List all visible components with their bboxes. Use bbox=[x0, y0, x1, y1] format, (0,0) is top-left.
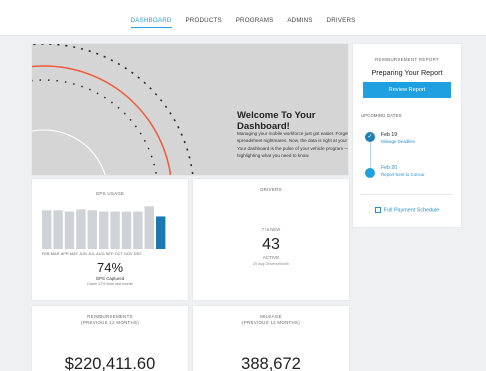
schedule-link-label: Full Payment Schedule bbox=[383, 207, 440, 214]
gps-month-label: OCT bbox=[114, 252, 124, 256]
mileage-card: MILEAGE (PREVIOUS 12 MONTHS) 388,672 bbox=[193, 306, 349, 371]
drivers-new: 7 IS NEW bbox=[261, 227, 281, 232]
gps-month-label: MAY bbox=[69, 252, 79, 256]
drivers-count: 43 bbox=[262, 236, 280, 253]
gps-bar bbox=[64, 211, 75, 249]
divider bbox=[361, 194, 453, 195]
gps-bar bbox=[133, 211, 143, 249]
nav-products[interactable]: PRODUCTS bbox=[185, 17, 221, 27]
drivers-note: 25 Avg Drivers/Month bbox=[252, 262, 290, 266]
arc-orange bbox=[32, 65, 172, 175]
full-payment-schedule-link[interactable]: Full Payment Schedule bbox=[353, 207, 461, 214]
mileage-value: 388,672 bbox=[241, 355, 301, 371]
arc-white bbox=[32, 95, 141, 175]
gps-note: Down 17% from last month bbox=[87, 282, 133, 286]
reimbursements-value: $220,411.60 bbox=[64, 355, 156, 371]
gps-month-label: JUL bbox=[87, 252, 96, 256]
gps-bar bbox=[144, 206, 154, 249]
main-nav: DASHBOARD PRODUCTS PROGRAMS ADMINS DRIVE… bbox=[0, 17, 486, 28]
event-label: Mileage Deadline bbox=[381, 139, 415, 144]
drivers-title: DRIVERS bbox=[260, 187, 282, 192]
event-date: Feb 19 bbox=[381, 132, 398, 138]
gps-month-label: FEB bbox=[42, 252, 50, 256]
event-date: Feb 20 bbox=[381, 165, 398, 171]
reimbursements-card: REIMBURSEMENTS (PREVIOUS 12 MONTHS) $220… bbox=[32, 306, 188, 371]
gps-caption: GPS Captured bbox=[95, 276, 125, 281]
nav-programs[interactable]: PROGRAMS bbox=[236, 17, 274, 27]
arc-dotted-outer bbox=[32, 44, 194, 175]
nav-dashboard[interactable]: DASHBOARD bbox=[130, 17, 172, 28]
timeline-dot-icon bbox=[365, 168, 375, 178]
gps-month-label: NOV bbox=[124, 252, 133, 256]
top-navbar: DASHBOARD PRODUCTS PROGRAMS ADMINS DRIVE… bbox=[0, 0, 486, 36]
gps-bar bbox=[53, 210, 63, 249]
review-report-button[interactable]: Review Report bbox=[363, 82, 451, 98]
gps-month-label: DEC bbox=[133, 252, 143, 256]
welcome-banner: Welcome To Your Dashboard! Managing your… bbox=[32, 44, 348, 175]
nav-admins[interactable]: ADMINS bbox=[287, 17, 312, 27]
gps-bar bbox=[99, 211, 109, 249]
mileage-title: MILEAGE (PREVIOUS 12 MONTHS) bbox=[193, 314, 349, 327]
drivers-active-label: ACTIVE bbox=[262, 255, 280, 260]
gps-month-label: SEP bbox=[105, 252, 114, 256]
welcome-title: Welcome To Your Dashboard! bbox=[237, 110, 316, 132]
gps-bar bbox=[110, 211, 120, 249]
gps-bar bbox=[87, 210, 97, 249]
calendar-icon bbox=[374, 207, 381, 213]
reimbursement-report-card: REIMBURSEMENT REPORT Preparing Your Repo… bbox=[353, 44, 461, 227]
gps-bar bbox=[156, 216, 166, 249]
title-line: (PREVIOUS 12 MONTHS) bbox=[242, 320, 300, 326]
gps-bar bbox=[42, 210, 52, 249]
arc-white-inner bbox=[32, 129, 106, 175]
gps-bar bbox=[121, 211, 132, 249]
check-icon: ✓ bbox=[365, 132, 375, 142]
gps-value: 74% bbox=[96, 260, 124, 275]
event-label: Report Sent to Concur bbox=[381, 172, 425, 177]
gps-bar bbox=[76, 209, 86, 249]
report-header: REIMBURSEMENT REPORT bbox=[375, 57, 439, 62]
gps-usage-card: GPS USAGE FEBMARAPRMAYJUNJULAUGSEPOCTNOV… bbox=[32, 179, 188, 300]
title-line: (PREVIOUS 12 MONTHS) bbox=[81, 320, 139, 326]
nav-drivers[interactable]: DRIVERS bbox=[327, 17, 356, 27]
report-status: Preparing Your Report bbox=[371, 68, 443, 77]
welcome-body: Managing your mobile workforce just got … bbox=[237, 131, 348, 159]
drivers-card: DRIVERS 7 IS NEW 43 ACTIVE 25 Avg Driver… bbox=[193, 179, 349, 300]
reimbursements-title: REIMBURSEMENTS (PREVIOUS 12 MONTHS) bbox=[32, 314, 188, 327]
gps-month-label: JUN bbox=[79, 252, 87, 256]
gps-month-label: APR bbox=[60, 252, 69, 256]
gps-month-label: MAR bbox=[50, 252, 60, 256]
upcoming-dates-label: UPCOMING DATES bbox=[361, 113, 402, 118]
arc-dotted-mid bbox=[32, 79, 158, 175]
gps-month-labels: FEBMARAPRMAYJUNJULAUGSEPOCTNOVDEC bbox=[42, 252, 143, 256]
gps-month-label: AUG bbox=[96, 252, 105, 256]
